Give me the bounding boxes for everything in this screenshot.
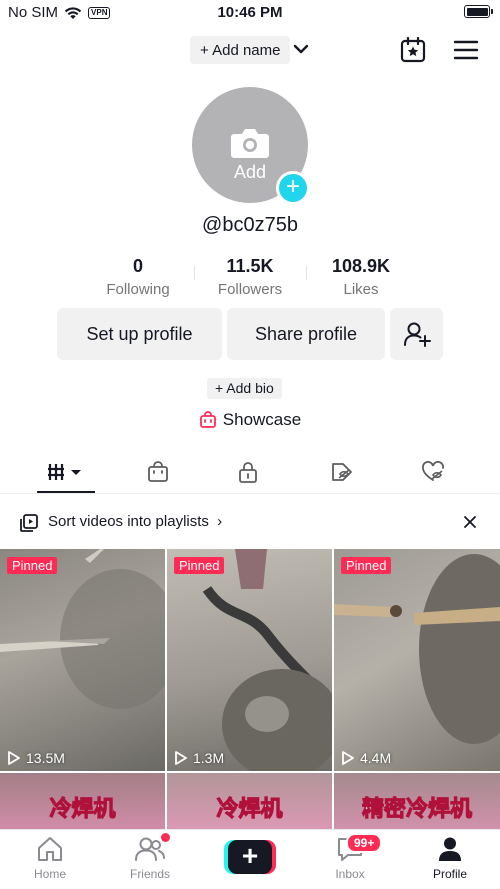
status-bar: No SIM VPN 10:46 PM [0, 0, 500, 26]
video-thumbnail[interactable]: Pinned 4.4M [334, 549, 500, 771]
thumbnail-art [334, 554, 500, 744]
active-tab-indicator [37, 491, 95, 493]
play-icon [8, 751, 20, 765]
video-title: 冷焊机 [216, 796, 283, 822]
username: @bc0z75b [202, 214, 298, 236]
nav-friends[interactable]: Friends [110, 836, 190, 881]
video-grid: Pinned 13.5M Pinned 1.3M Pinned 4.4M 冷焊机… [0, 549, 500, 839]
nav-friends-label: Friends [129, 867, 170, 881]
tab-reposts[interactable] [312, 452, 372, 492]
video-title: 冷焊机 [49, 796, 116, 822]
pinned-badge: Pinned [174, 557, 225, 574]
tab-videos[interactable] [36, 452, 96, 492]
play-icon [342, 751, 354, 765]
shopping-bag-icon [199, 411, 216, 428]
menu-icon[interactable] [453, 40, 479, 60]
share-profile-button[interactable]: Share profile [227, 308, 385, 360]
view-count-value: 13.5M [26, 750, 65, 766]
profile-stats: 0 Following 11.5K Followers 108.9K Likes [0, 256, 500, 304]
video-grid-icon [48, 464, 81, 480]
add-bio-button[interactable]: + Add bio [207, 378, 282, 399]
view-count: 4.4M [341, 750, 391, 766]
tab-liked[interactable] [404, 452, 464, 492]
tab-shop[interactable] [128, 452, 188, 492]
add-avatar-plus-icon[interactable]: + [276, 171, 310, 205]
video-thumbnail[interactable]: Pinned 1.3M [167, 549, 332, 771]
clock: 10:46 PM [217, 4, 283, 21]
thumbnail-art [202, 549, 332, 771]
video-title: 精密冷焊机 [361, 796, 472, 822]
hidden-heart-icon [422, 461, 444, 481]
stat-following[interactable]: 0 Following [83, 256, 193, 298]
stat-label: Followers [217, 281, 283, 298]
shopping-bag-icon [148, 461, 168, 482]
nav-profile-label: Profile [432, 867, 467, 881]
camera-icon [231, 128, 269, 158]
playlist-icon [20, 514, 38, 532]
playlist-banner-text: Sort videos into playlists › [48, 513, 222, 530]
playlist-banner[interactable]: Sort videos into playlists › [0, 506, 500, 538]
nav-profile[interactable]: Profile [410, 836, 490, 881]
stat-value: 11.5K [226, 256, 274, 276]
setup-profile-button[interactable]: Set up profile [57, 308, 222, 360]
pinned-badge: Pinned [341, 557, 392, 574]
avatar-add-label: Add [233, 161, 267, 182]
stat-value: 0 [132, 256, 143, 276]
create-button[interactable]: + [224, 840, 276, 874]
bottom-nav: Home Friends + Inbox 99+ Profile [0, 829, 500, 889]
close-icon[interactable] [462, 514, 478, 530]
play-icon [175, 751, 187, 765]
add-friend-button[interactable] [390, 308, 443, 360]
view-count: 1.3M [174, 750, 224, 766]
friends-icon [135, 837, 165, 861]
chevron-down-icon[interactable] [292, 40, 310, 58]
add-name-button[interactable]: + Add name [190, 36, 291, 64]
stat-followers[interactable]: 11.5K Followers [195, 256, 305, 298]
hidden-tag-icon [332, 463, 352, 481]
view-count-value: 4.4M [360, 750, 392, 766]
nav-home-label: Home [33, 867, 66, 881]
stat-likes[interactable]: 108.9K Likes [306, 256, 416, 298]
thumbnail-art [0, 549, 165, 709]
inbox-badge: 99+ [346, 833, 383, 853]
playlist-banner-label: Sort videos into playlists [48, 513, 209, 530]
showcase-label: Showcase [222, 410, 302, 429]
content-tabs [0, 452, 500, 494]
view-count: 13.5M [7, 750, 65, 766]
showcase-link[interactable]: Showcase [0, 410, 500, 430]
nav-inbox-label: Inbox [335, 867, 365, 881]
status-right [464, 5, 493, 18]
stat-label: Likes [343, 281, 379, 298]
lock-icon [239, 462, 257, 483]
view-count-value: 1.3M [193, 750, 225, 766]
plus-icon: + [228, 840, 272, 874]
pinned-badge: Pinned [7, 557, 58, 574]
profile-icon [439, 837, 461, 861]
chevron-right-icon: › [217, 513, 223, 530]
stat-label: Following [106, 281, 170, 298]
nav-home[interactable]: Home [10, 836, 90, 881]
calendar-star-icon[interactable] [399, 37, 427, 63]
video-thumbnail[interactable]: Pinned 13.5M [0, 549, 165, 771]
add-friend-icon [403, 322, 431, 347]
tab-private[interactable] [218, 452, 278, 492]
stat-value: 108.9K [331, 256, 391, 276]
notification-dot [161, 833, 170, 842]
battery-icon [464, 5, 493, 18]
home-icon [38, 837, 62, 861]
